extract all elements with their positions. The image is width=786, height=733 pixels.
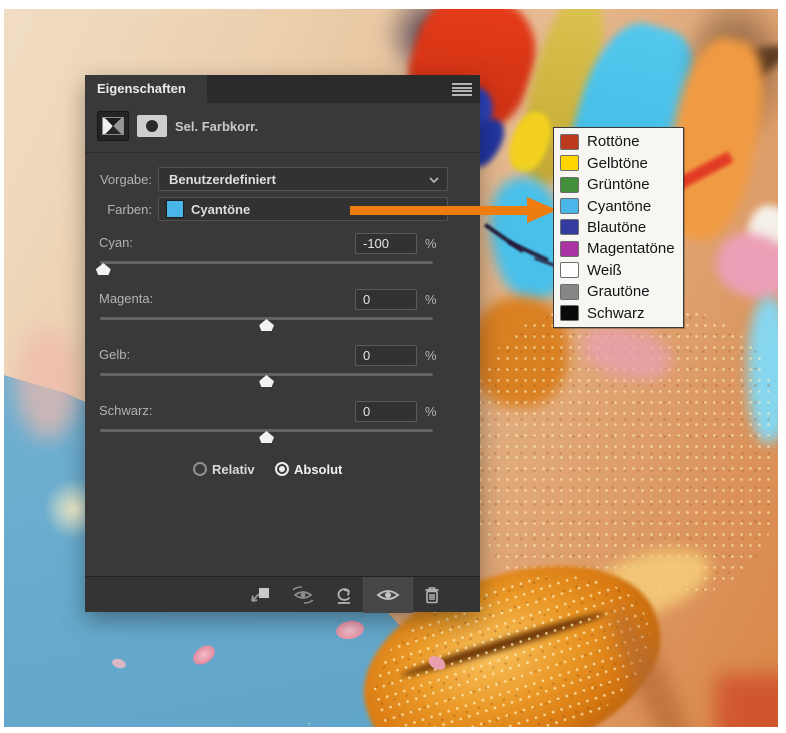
gelb-label: Gelb: [99, 347, 131, 362]
delete-adjustment-icon[interactable] [417, 577, 447, 613]
sparkle-dots [34, 664, 464, 724]
cyan-slider-group: Cyan: % [85, 233, 480, 289]
farben-options-popup: Rottöne Gelbtöne Grüntöne Cyantöne Blaut… [553, 127, 684, 328]
adjustment-title: Sel. Farbkorr. [175, 119, 259, 134]
toggle-visibility-icon[interactable] [363, 577, 413, 613]
farben-value: Cyantöne [191, 202, 251, 217]
color-swatch [560, 240, 579, 257]
vorgabe-dropdown[interactable]: Benutzerdefiniert [158, 167, 448, 191]
color-option-label: Magentatöne [587, 240, 675, 258]
color-swatch [560, 133, 579, 150]
radio-absolut[interactable] [275, 462, 289, 476]
cyan-slider-thumb[interactable] [95, 263, 111, 275]
color-swatch [560, 262, 579, 279]
magenta-value-input[interactable] [355, 289, 417, 310]
schwarz-slider-track[interactable] [100, 429, 433, 443]
gelb-value-input[interactable] [355, 345, 417, 366]
gelb-slider-thumb[interactable] [259, 375, 274, 387]
color-option-grautoene[interactable]: Grautöne [554, 281, 683, 302]
color-option-label: Cyantöne [587, 197, 652, 215]
cyan-value-input[interactable] [355, 233, 417, 254]
screenshot-canvas: Eigenschaften Sel. Farbkorr. Vorgabe: Be… [0, 0, 786, 733]
schwarz-value-input[interactable] [355, 401, 417, 422]
radio-relativ-label[interactable]: Relativ [212, 462, 255, 477]
schwarz-unit: % [425, 404, 437, 419]
color-swatch [560, 283, 579, 300]
mask-dot [146, 120, 158, 132]
color-swatch [560, 155, 579, 172]
divider [85, 152, 480, 153]
magenta-slider-track[interactable] [100, 317, 433, 331]
gelb-slider-group: Gelb: % [85, 345, 480, 401]
chevron-down-icon [429, 177, 439, 183]
gelb-slider-track[interactable] [100, 373, 433, 387]
color-swatch [560, 176, 579, 193]
schwarz-label: Schwarz: [99, 403, 153, 418]
cyan-slider-track[interactable] [95, 261, 433, 275]
selective-color-glyph [102, 117, 124, 135]
reset-defaults-icon[interactable] [329, 577, 359, 613]
magenta-unit: % [425, 292, 437, 307]
adjustment-header: Sel. Farbkorr. [85, 103, 480, 151]
farben-label: Farben: [107, 202, 152, 217]
cyan-unit: % [425, 236, 437, 251]
panel-menu-icon[interactable] [452, 83, 472, 96]
color-option-label: Blautöne [587, 218, 647, 236]
vorgabe-value: Benutzerdefiniert [169, 172, 276, 187]
color-option-magentatoene[interactable]: Magentatöne [554, 238, 683, 259]
gelb-unit: % [425, 348, 437, 363]
chevron-down-icon [429, 207, 439, 213]
magenta-slider-thumb[interactable] [259, 319, 274, 331]
selective-color-icon[interactable] [97, 111, 129, 141]
color-swatch [560, 198, 579, 215]
panel-footer [85, 576, 480, 613]
color-option-gruentoene[interactable]: Grüntöne [554, 174, 683, 195]
clip-to-layer-icon[interactable] [243, 577, 277, 613]
radio-absolut-label[interactable]: Absolut [294, 462, 342, 477]
view-previous-state-icon[interactable] [285, 577, 321, 613]
cheek-pink-smudge [16, 327, 80, 439]
cyan-label: Cyan: [99, 235, 133, 250]
mode-radio-group: Relativ Absolut [85, 462, 480, 480]
color-option-label: Grüntöne [587, 176, 650, 194]
properties-panel: Eigenschaften Sel. Farbkorr. Vorgabe: Be… [85, 75, 480, 613]
vorgabe-label: Vorgabe: [99, 172, 152, 187]
color-option-label: Weiß [587, 261, 622, 279]
farben-dropdown[interactable]: Cyantöne [158, 197, 448, 221]
schwarz-slider-thumb[interactable] [259, 431, 274, 443]
color-option-label: Grautöne [587, 283, 650, 301]
color-option-cyantoene[interactable]: Cyantöne [554, 195, 683, 216]
farben-color-swatch [166, 200, 184, 218]
color-swatch [560, 219, 579, 236]
color-option-schwarz[interactable]: Schwarz [554, 303, 683, 324]
tab-eigenschaften[interactable]: Eigenschaften [85, 75, 207, 103]
radio-relativ[interactable] [193, 462, 207, 476]
magenta-label: Magenta: [99, 291, 154, 306]
corner-red [716, 675, 778, 727]
color-option-rottoene[interactable]: Rottöne [554, 131, 683, 152]
color-option-weiss[interactable]: Weiß [554, 260, 683, 281]
color-option-blautoene[interactable]: Blautöne [554, 217, 683, 238]
layer-mask-icon[interactable] [137, 115, 167, 137]
color-swatch [560, 305, 579, 322]
color-option-label: Schwarz [587, 304, 645, 322]
schwarz-slider-group: Schwarz: % [85, 401, 480, 457]
magenta-slider-group: Magenta: % [85, 289, 480, 345]
color-option-label: Rottöne [587, 133, 640, 151]
color-option-label: Gelbtöne [587, 154, 648, 172]
panel-tab-bar: Eigenschaften [85, 75, 480, 103]
color-option-gelbtoene[interactable]: Gelbtöne [554, 152, 683, 173]
